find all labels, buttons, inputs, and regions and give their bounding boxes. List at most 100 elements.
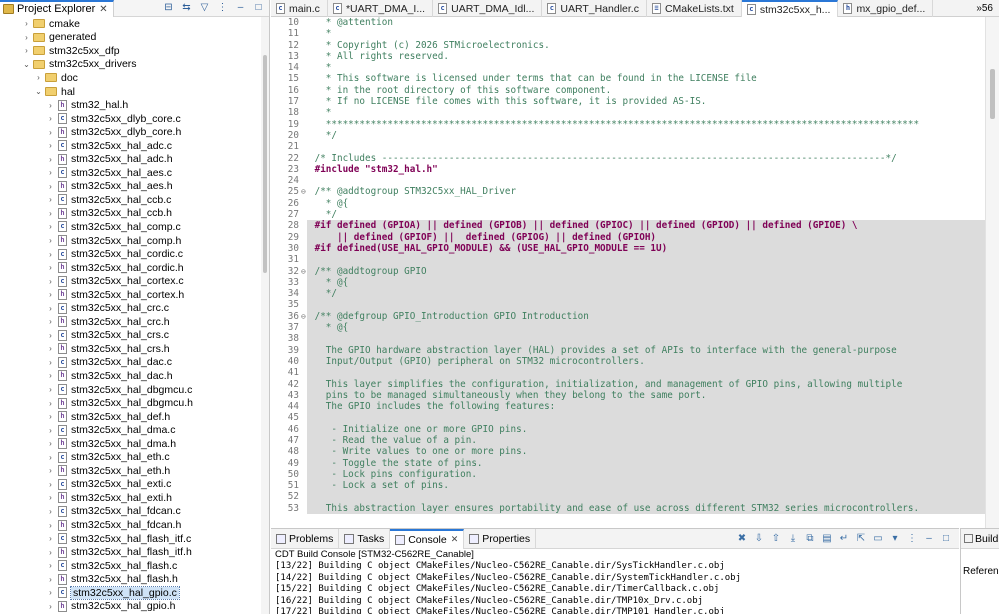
tree-item[interactable]: › h stm32c5xx_hal_dbgmcu.h: [0, 396, 261, 410]
tree-item[interactable]: › h stm32c5xx_dlyb_core.h: [0, 125, 261, 139]
chevron-right-icon[interactable]: ›: [46, 575, 55, 584]
chevron-right-icon[interactable]: ›: [22, 46, 31, 55]
chevron-right-icon[interactable]: ›: [22, 19, 31, 28]
tree-item[interactable]: › doc: [0, 71, 261, 85]
tree-item[interactable]: › generated: [0, 31, 261, 45]
chevron-right-icon[interactable]: ›: [46, 236, 55, 245]
chevron-right-icon[interactable]: ›: [46, 521, 55, 530]
chevron-right-icon[interactable]: ›: [46, 290, 55, 299]
tree-item[interactable]: › c stm32c5xx_hal_cordic.c: [0, 247, 261, 261]
editor-tab[interactable]: ≡ CMakeLists.txt: [647, 0, 742, 17]
minimize-icon[interactable]: –: [234, 1, 247, 14]
tree-item[interactable]: › c stm32c5xx_hal_adc.c: [0, 139, 261, 153]
tree-item[interactable]: › h stm32c5xx_hal_fdcan.h: [0, 518, 261, 532]
tree-item[interactable]: › cmake: [0, 17, 261, 31]
chevron-right-icon[interactable]: ›: [46, 195, 55, 204]
tree-item[interactable]: › c stm32c5xx_hal_aes.c: [0, 166, 261, 180]
tree-item[interactable]: › h stm32c5xx_hal_ccb.h: [0, 207, 261, 221]
tree-item[interactable]: › c stm32c5xx_hal_gpio.c: [0, 585, 261, 600]
tree-item[interactable]: › h stm32c5xx_hal_flash.h: [0, 572, 261, 586]
tree-item[interactable]: › c stm32c5xx_hal_cortex.c: [0, 274, 261, 288]
code-area[interactable]: 10 * @attention 11 * 12 * Copyright (c) 20…: [271, 17, 985, 528]
tree-item[interactable]: › c stm32c5xx_hal_exti.c: [0, 478, 261, 492]
chevron-right-icon[interactable]: ›: [46, 453, 55, 462]
chevron-right-icon[interactable]: ›: [46, 480, 55, 489]
tree-item[interactable]: › h stm32c5xx_hal_crc.h: [0, 315, 261, 329]
pin-console-icon[interactable]: ⇱: [854, 532, 868, 546]
chevron-right-icon[interactable]: ›: [46, 250, 55, 259]
chevron-right-icon[interactable]: ›: [46, 358, 55, 367]
tab-overflow-button[interactable]: »56: [970, 0, 999, 16]
tree-item[interactable]: › c stm32c5xx_dlyb_core.c: [0, 112, 261, 126]
chevron-right-icon[interactable]: ›: [46, 426, 55, 435]
tree-item[interactable]: › h stm32c5xx_hal_comp.h: [0, 234, 261, 248]
chevron-right-icon[interactable]: ›: [46, 141, 55, 150]
scrollbar-thumb[interactable]: [990, 69, 995, 119]
chevron-down-icon[interactable]: ⌄: [34, 87, 43, 96]
tree-item[interactable]: › h stm32c5xx_hal_crs.h: [0, 342, 261, 356]
tree-item[interactable]: › c stm32c5xx_hal_comp.c: [0, 220, 261, 234]
editor-tab[interactable]: h mx_gpio_def...: [838, 0, 934, 17]
chevron-right-icon[interactable]: ›: [46, 588, 55, 597]
open-console-icon[interactable]: ▾: [888, 532, 902, 546]
chevron-right-icon[interactable]: ›: [46, 602, 55, 611]
tree-item[interactable]: › c stm32c5xx_hal_crs.c: [0, 329, 261, 343]
chevron-right-icon[interactable]: ›: [46, 277, 55, 286]
tree-item[interactable]: › c stm32c5xx_hal_flash_itf.c: [0, 532, 261, 546]
chevron-right-icon[interactable]: ›: [46, 222, 55, 231]
explorer-scrollbar[interactable]: [261, 17, 269, 614]
console-output[interactable]: [13/22] Building C object CMakeFiles/Nuc…: [271, 561, 959, 614]
chevron-right-icon[interactable]: ›: [46, 101, 55, 110]
chevron-right-icon[interactable]: ›: [46, 304, 55, 313]
scroll-lock-icon[interactable]: ⤓: [786, 532, 800, 546]
view-menu-icon[interactable]: ⋮: [216, 1, 229, 14]
tree-item[interactable]: › h stm32c5xx_hal_dma.h: [0, 437, 261, 451]
chevron-right-icon[interactable]: ›: [46, 399, 55, 408]
tree-item[interactable]: › h stm32c5xx_hal_flash_itf.h: [0, 545, 261, 559]
chevron-right-icon[interactable]: ›: [46, 466, 55, 475]
tree-item[interactable]: › h stm32c5xx_hal_cordic.h: [0, 261, 261, 275]
tree-item[interactable]: › h stm32c5xx_hal_cortex.h: [0, 288, 261, 302]
editor-tab[interactable]: c UART_Handler.c: [542, 0, 647, 17]
chevron-right-icon[interactable]: ›: [46, 114, 55, 123]
scrollbar-thumb[interactable]: [263, 55, 267, 273]
chevron-right-icon[interactable]: ›: [46, 439, 55, 448]
tab-properties[interactable]: Properties: [464, 529, 537, 549]
chevron-right-icon[interactable]: ›: [46, 507, 55, 516]
copy-build-log-icon[interactable]: ⧉: [803, 532, 817, 546]
tree-item[interactable]: ⌄ hal: [0, 85, 261, 99]
collapse-all-icon[interactable]: ⊟: [162, 1, 175, 14]
tree-item[interactable]: › c stm32c5xx_hal_flash.c: [0, 559, 261, 573]
chevron-right-icon[interactable]: ›: [46, 209, 55, 218]
link-with-editor-icon[interactable]: ⇆: [180, 1, 193, 14]
tree-item[interactable]: › h stm32c5xx_hal_exti.h: [0, 491, 261, 505]
terminate-icon[interactable]: ✖: [735, 532, 749, 546]
tab-tasks[interactable]: Tasks: [339, 529, 391, 549]
chevron-right-icon[interactable]: ›: [46, 385, 55, 394]
chevron-right-icon[interactable]: ›: [46, 534, 55, 543]
tree-item[interactable]: › h stm32c5xx_hal_adc.h: [0, 152, 261, 166]
chevron-right-icon[interactable]: ›: [46, 263, 55, 272]
chevron-down-icon[interactable]: ⌄: [22, 60, 31, 69]
tab-problems[interactable]: Problems: [271, 529, 340, 549]
chevron-right-icon[interactable]: ›: [34, 73, 43, 82]
chevron-right-icon[interactable]: ›: [46, 561, 55, 570]
tree-item[interactable]: › h stm32c5xx_hal_aes.h: [0, 180, 261, 194]
scroll-up-icon[interactable]: ⇧: [769, 532, 783, 546]
editor-tab[interactable]: c *UART_DMA_I...: [328, 0, 434, 17]
tree-item[interactable]: › h stm32c5xx_hal_gpio.h: [0, 600, 261, 614]
tree-item[interactable]: › h stm32_hal.h: [0, 98, 261, 112]
tree-item[interactable]: ⌄ stm32c5xx_drivers: [0, 58, 261, 72]
close-icon[interactable]: ✕: [451, 534, 459, 545]
chevron-right-icon[interactable]: ›: [46, 155, 55, 164]
maximize-icon[interactable]: □: [252, 1, 265, 14]
tree-item[interactable]: › c stm32c5xx_hal_crc.c: [0, 301, 261, 315]
filter-icon[interactable]: ▽: [198, 1, 211, 14]
chevron-right-icon[interactable]: ›: [46, 331, 55, 340]
editor-tab[interactable]: c main.c: [271, 0, 328, 17]
tab-console[interactable]: Console ✕: [390, 529, 465, 549]
chevron-right-icon[interactable]: ›: [46, 317, 55, 326]
tree-item[interactable]: › h stm32c5xx_hal_def.h: [0, 410, 261, 424]
chevron-right-icon[interactable]: ›: [46, 493, 55, 502]
tree-item[interactable]: › c stm32c5xx_hal_fdcan.c: [0, 505, 261, 519]
